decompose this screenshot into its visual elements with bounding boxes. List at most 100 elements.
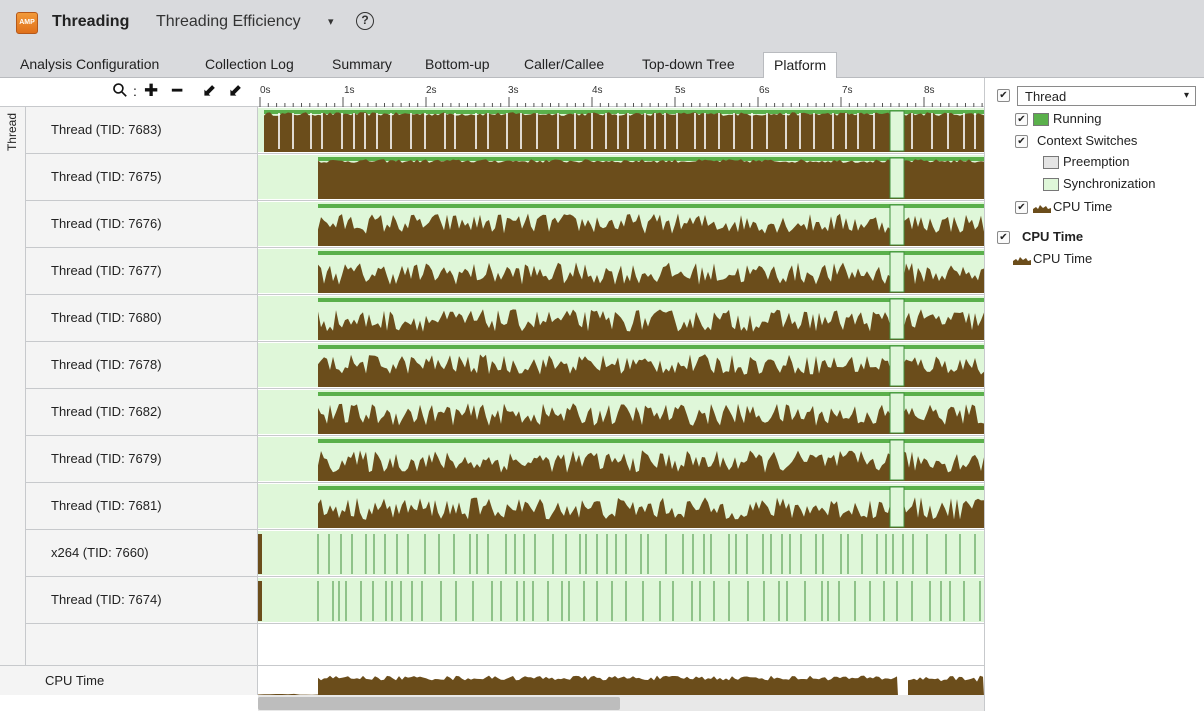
context-switch-mark: [857, 113, 859, 149]
context-switch-mark: [733, 113, 735, 149]
context-switch-mark: [627, 113, 629, 149]
context-switch-mark: [310, 113, 312, 149]
app-logo-icon: AMP: [16, 12, 38, 34]
tab-summary[interactable]: Summary: [332, 56, 392, 72]
tab-top-down-tree[interactable]: Top-down Tree: [642, 56, 735, 72]
time-ruler[interactable]: 0s 1s 2s 3s 4s 5s 6s 7s 8s: [258, 78, 984, 107]
zoom-out-icon[interactable]: ━: [172, 81, 182, 101]
context-switch-mark: [931, 113, 933, 149]
running-band: [318, 204, 984, 208]
tab-analysis-configuration[interactable]: Analysis Configuration: [20, 56, 159, 72]
synchronization-region: [889, 110, 905, 152]
context-switch-mark: [341, 113, 343, 149]
zoom-back-icon[interactable]: ⬋: [202, 81, 216, 101]
thread-row-label[interactable]: Thread (TID: 7682): [26, 389, 258, 436]
context-switch-mark: [694, 113, 696, 149]
context-switch-mark: [376, 113, 378, 149]
ruler-label: 6s: [759, 85, 770, 96]
chevron-down-icon[interactable]: ▾: [328, 15, 334, 28]
timeline-toolbar: ⚲ : ✚ ━ ⬋ ⬋: [0, 78, 258, 107]
cpu-time-section-checkbox[interactable]: ✔: [997, 231, 1010, 244]
context-switch-mark: [364, 113, 366, 149]
thread-row-label[interactable]: Thread (TID: 7677): [26, 248, 258, 295]
cpu-time-checkbox[interactable]: ✔: [1015, 201, 1028, 214]
tab-collection-log[interactable]: Collection Log: [205, 56, 294, 72]
context-switch-mark: [278, 113, 280, 149]
running-band: [318, 439, 984, 443]
thread-track-chart: [258, 296, 984, 340]
cpu-time-area: [258, 581, 262, 621]
thread-track[interactable]: [258, 483, 984, 530]
app-title: Threading: [52, 13, 130, 30]
thread-track[interactable]: [258, 436, 984, 483]
context-switch-mark: [475, 113, 477, 149]
thread-track[interactable]: [258, 107, 984, 154]
thread-row-label[interactable]: Thread (TID: 7680): [26, 295, 258, 342]
toolbar-separator: :: [133, 83, 137, 99]
thread-track[interactable]: [258, 154, 984, 201]
thread-track-chart: [258, 484, 984, 528]
thread-row-label[interactable]: Thread (TID: 7679): [26, 436, 258, 483]
thread-track[interactable]: [258, 389, 984, 436]
context-switches-checkbox[interactable]: ✔: [1015, 135, 1028, 148]
thread-group-checkbox[interactable]: ✔: [997, 89, 1010, 102]
context-switch-mark: [766, 113, 768, 149]
scrollbar-thumb[interactable]: [258, 697, 620, 710]
thread-row-label[interactable]: Thread (TID: 7675): [26, 154, 258, 201]
context-switch-mark: [911, 113, 913, 149]
context-switch-mark: [444, 113, 446, 149]
timeline-tracks[interactable]: [258, 107, 984, 665]
running-band: [318, 157, 984, 161]
context-switch-mark: [605, 113, 607, 149]
thread-track[interactable]: [258, 530, 984, 577]
context-switch-mark: [873, 113, 875, 149]
running-checkbox[interactable]: ✔: [1015, 113, 1028, 126]
context-switch-mark: [390, 113, 392, 149]
thread-row-label[interactable]: Thread (TID: 7681): [26, 483, 258, 530]
thread-track[interactable]: [258, 248, 984, 295]
cpu-time-section-item: CPU Time: [1033, 251, 1093, 266]
synchronization-region: [889, 439, 905, 481]
zoom-reset-icon[interactable]: ⬋: [228, 81, 242, 101]
zoom-icon[interactable]: ⚲: [108, 78, 133, 103]
ruler-label: 3s: [508, 85, 519, 96]
thread-group-select-value: Thread: [1025, 89, 1067, 104]
thread-row-label[interactable]: Thread (TID: 7676): [26, 201, 258, 248]
context-switches-label: Context Switches: [1037, 133, 1138, 148]
context-switch-mark: [591, 113, 593, 149]
thread-row-label[interactable]: x264 (TID: 7660): [26, 530, 258, 577]
context-switch-mark: [785, 113, 787, 149]
horizontal-scrollbar[interactable]: [258, 695, 984, 711]
context-switch-mark: [813, 113, 815, 149]
thread-track[interactable]: [258, 342, 984, 389]
synchronization-region: [889, 251, 905, 293]
thread-row-label[interactable]: Thread (TID: 7678): [26, 342, 258, 389]
synchronization-region: [889, 486, 905, 528]
cpu-time-overview-track[interactable]: [258, 665, 984, 695]
thread-track[interactable]: [258, 295, 984, 342]
cpu-time-area: [264, 112, 984, 152]
zoom-in-icon[interactable]: ✚: [144, 81, 158, 101]
cpu-time-label: CPU Time: [1053, 199, 1113, 214]
running-label: Running: [1053, 111, 1102, 126]
thread-track-chart: [258, 578, 984, 622]
thread-row-label[interactable]: Thread (TID: 7683): [26, 107, 258, 154]
context-switch-mark: [536, 113, 538, 149]
context-switch-mark: [654, 113, 656, 149]
thread-group-select[interactable]: Thread ▾: [1017, 86, 1196, 106]
context-switch-mark: [557, 113, 559, 149]
context-switch-mark: [974, 113, 976, 149]
tab-platform[interactable]: Platform: [763, 52, 838, 79]
ruler-label: 4s: [592, 85, 603, 96]
tab-caller-callee[interactable]: Caller/Callee: [524, 56, 604, 72]
running-band: [318, 486, 984, 490]
thread-track[interactable]: [258, 201, 984, 248]
thread-track[interactable]: [258, 577, 984, 624]
context-switch-mark: [832, 113, 834, 149]
running-band: [318, 345, 984, 349]
tab-bottom-up[interactable]: Bottom-up: [425, 56, 490, 72]
preemption-label: Preemption: [1063, 154, 1130, 169]
thread-row-label[interactable]: Thread (TID: 7674): [26, 577, 258, 624]
cpu-time-area: [318, 675, 898, 695]
help-icon[interactable]: ?: [356, 12, 374, 30]
